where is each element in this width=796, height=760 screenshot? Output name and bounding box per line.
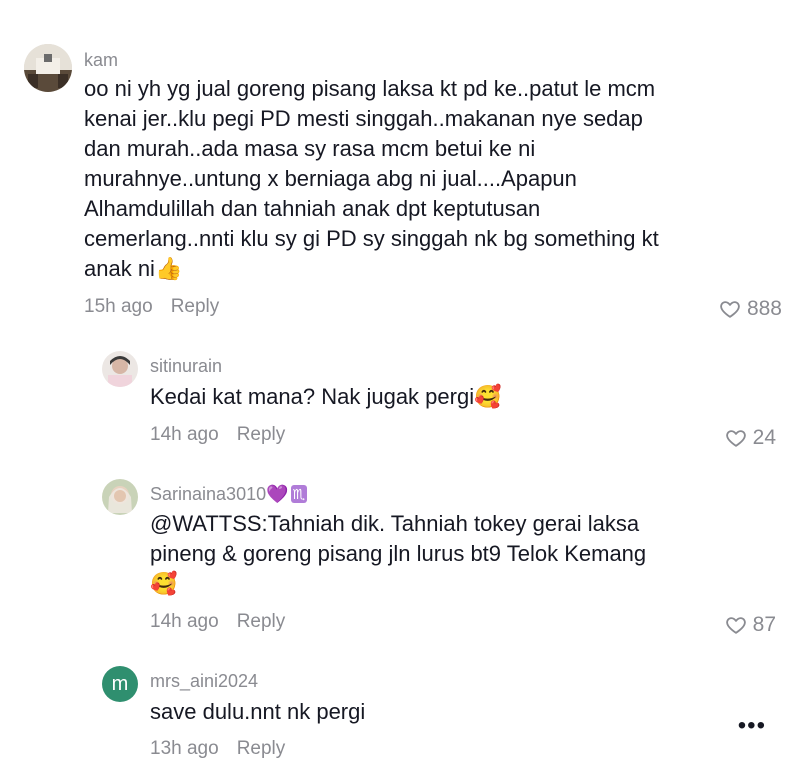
comment-text: Kedai kat mana? Nak jugak pergi🥰: [150, 384, 502, 409]
like-button[interactable]: 888: [719, 297, 782, 321]
reply-button[interactable]: Reply: [171, 296, 220, 317]
username[interactable]: kam: [84, 50, 118, 71]
avatar-image: [102, 351, 138, 387]
avatar-image: [24, 44, 72, 92]
comment-meta: 15h ago Reply: [84, 296, 219, 318]
heart-icon: [720, 301, 740, 318]
like-count: 888: [746, 297, 782, 320]
like-count: 24: [752, 426, 776, 449]
comment-meta: 14h ago Reply: [150, 611, 285, 633]
like-count: 87: [752, 613, 776, 636]
comment-meta: 13h ago Reply: [150, 738, 285, 760]
reply-button[interactable]: Reply: [237, 738, 286, 759]
comment-text: oo ni yh yg jual goreng pisang laksa kt …: [84, 76, 659, 281]
timestamp: 14h ago: [150, 611, 219, 632]
username[interactable]: sitinurain: [150, 356, 222, 377]
username-text: Sarinaina3010: [150, 484, 267, 504]
comment-meta: 14h ago Reply: [150, 424, 285, 446]
avatar[interactable]: [102, 351, 138, 387]
comment-text: @WATTSS:Tahniah dik. Tahniah tokey gerai…: [150, 511, 647, 596]
timestamp: 14h ago: [150, 424, 219, 445]
heart-icon: [725, 430, 746, 447]
reply-button[interactable]: Reply: [237, 424, 286, 445]
username[interactable]: Sarinaina3010💜 ♏: [150, 484, 308, 505]
heart-icon: [725, 617, 746, 634]
avatar[interactable]: m: [102, 666, 138, 702]
timestamp: 13h ago: [150, 738, 219, 759]
zodiac-icon: ♏: [290, 485, 308, 503]
more-options-button[interactable]: •••: [738, 712, 766, 740]
comment-text: save dulu.nnt nk pergi: [150, 699, 366, 724]
reply-button[interactable]: Reply: [237, 611, 286, 632]
like-button[interactable]: 87: [725, 613, 776, 637]
avatar-letter: m: [111, 673, 129, 695]
like-button[interactable]: 24: [725, 426, 776, 450]
username[interactable]: mrs_aini2024: [150, 671, 258, 692]
avatar[interactable]: [24, 44, 72, 92]
purple-heart-icon: 💜: [266, 484, 289, 504]
avatar-image: [102, 479, 138, 515]
avatar[interactable]: [102, 479, 138, 515]
timestamp: 15h ago: [84, 296, 153, 317]
